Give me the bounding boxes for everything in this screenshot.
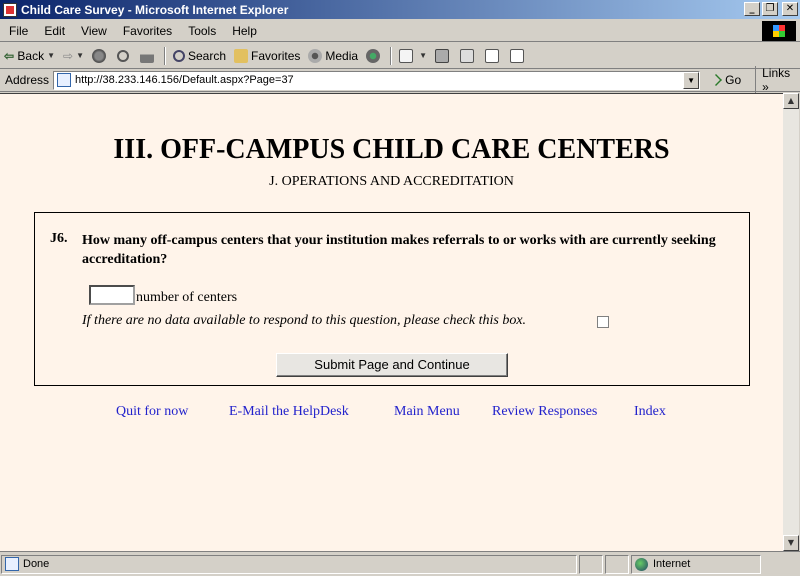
- status-text-panel: Done: [1, 554, 577, 574]
- links-button[interactable]: Links »: [755, 66, 800, 94]
- zone-label: Internet: [653, 558, 691, 570]
- scroll-up-icon[interactable]: ▲: [783, 93, 799, 109]
- review-responses-link[interactable]: Review Responses: [492, 404, 597, 420]
- media-icon: [308, 48, 323, 63]
- go-button[interactable]: Go: [706, 73, 745, 87]
- menu-file[interactable]: File: [0, 24, 36, 38]
- close-button[interactable]: ✕: [782, 2, 798, 16]
- menu-bar: File Edit View Favorites Tools Help: [0, 20, 800, 42]
- menu-help[interactable]: Help: [224, 24, 265, 38]
- status-bar: Done Internet: [0, 551, 800, 576]
- toolbar-separator: [390, 46, 393, 65]
- back-button[interactable]: ⇦ Back ▼: [0, 45, 59, 67]
- menu-edit[interactable]: Edit: [36, 24, 73, 38]
- status-cell: [579, 554, 603, 574]
- history-icon: [366, 48, 381, 63]
- number-of-centers-input[interactable]: [89, 285, 135, 305]
- search-button[interactable]: Search: [169, 45, 230, 67]
- no-data-checkbox[interactable]: [597, 316, 609, 328]
- go-arrow-icon: [710, 74, 723, 86]
- standard-toolbar: ⇦ Back ▼ ⇨ ▼ Search Favorites Media ▼: [0, 43, 800, 69]
- home-icon: [140, 48, 154, 63]
- menu-view[interactable]: View: [73, 24, 115, 38]
- back-label: Back: [17, 48, 45, 63]
- minimize-button[interactable]: _: [744, 2, 760, 16]
- home-button[interactable]: [136, 45, 161, 67]
- question-number: J6.: [50, 231, 68, 246]
- menu-tools[interactable]: Tools: [180, 24, 224, 38]
- edit-button[interactable]: [456, 45, 481, 67]
- window-controls: _ ❐ ✕: [744, 2, 798, 16]
- no-data-text: If there are no data available to respon…: [82, 313, 527, 328]
- page-viewport: III. OFF-CAMPUS CHILD CARE CENTERS J. OP…: [0, 93, 783, 551]
- forward-arrow-icon: ⇨: [63, 48, 74, 63]
- refresh-icon: [117, 49, 129, 62]
- favorites-button[interactable]: Favorites: [230, 45, 304, 67]
- search-icon: [173, 49, 185, 62]
- history-button[interactable]: [362, 45, 387, 67]
- discuss-icon: [485, 48, 499, 63]
- page-icon: [57, 73, 72, 87]
- submit-button[interactable]: Submit Page and Continue: [276, 353, 508, 377]
- mail-button[interactable]: ▼: [395, 45, 431, 67]
- forward-button[interactable]: ⇨ ▼: [59, 45, 88, 67]
- media-button[interactable]: Media: [304, 45, 362, 67]
- messenger-icon: [510, 48, 524, 63]
- search-label: Search: [188, 48, 227, 63]
- app-icon: [3, 2, 17, 17]
- address-dropdown-icon[interactable]: ▼: [683, 71, 700, 89]
- page-done-icon: [5, 557, 19, 571]
- question-text: How many off-campus centers that your in…: [82, 233, 716, 267]
- vertical-scrollbar[interactable]: ▲ ▼: [783, 93, 799, 551]
- favorites-label: Favorites: [251, 48, 301, 63]
- title-bar: Child Care Survey - Microsoft Internet E…: [0, 0, 800, 19]
- mail-icon: [399, 48, 414, 63]
- edit-icon: [460, 48, 474, 63]
- go-label: Go: [725, 73, 742, 87]
- quit-link[interactable]: Quit for now: [116, 404, 188, 420]
- globe-icon: [635, 557, 648, 571]
- mail-dropdown-icon[interactable]: ▼: [419, 51, 427, 60]
- media-label: Media: [325, 48, 359, 63]
- stop-icon: [92, 48, 106, 63]
- email-helpdesk-link[interactable]: E-Mail the HelpDesk: [229, 404, 349, 420]
- status-text: Done: [23, 558, 50, 570]
- address-field[interactable]: http://38.233.146.156/Default.aspx?Page=…: [53, 70, 701, 90]
- question-box: J6. How many off-campus centers that you…: [34, 212, 750, 386]
- messenger-button[interactable]: [506, 45, 531, 67]
- favorites-icon: [234, 48, 249, 63]
- address-bar: Address http://38.233.146.156/Default.as…: [0, 66, 800, 94]
- scroll-down-icon[interactable]: ▼: [783, 535, 799, 551]
- security-zone-panel: Internet: [631, 554, 761, 574]
- input-label: number of centers: [136, 290, 238, 305]
- back-dropdown-icon[interactable]: ▼: [47, 51, 55, 60]
- main-menu-link[interactable]: Main Menu: [394, 404, 460, 420]
- print-icon: [435, 48, 449, 63]
- stop-button[interactable]: [88, 45, 113, 67]
- page-title: III. OFF-CAMPUS CHILD CARE CENTERS: [113, 134, 670, 165]
- status-cell: [605, 554, 629, 574]
- windows-logo-icon: [762, 21, 796, 41]
- chevron-right-icon: »: [762, 80, 769, 94]
- links-label: Links: [762, 66, 791, 80]
- window-title: Child Care Survey - Microsoft Internet E…: [21, 2, 289, 17]
- address-url[interactable]: http://38.233.146.156/Default.aspx?Page=…: [75, 74, 294, 86]
- toolbar-separator: [164, 46, 166, 65]
- back-arrow-icon: ⇦: [4, 48, 15, 63]
- section-subtitle: J. OPERATIONS AND ACCREDITATION: [269, 174, 514, 189]
- print-button[interactable]: [431, 45, 456, 67]
- maximize-button[interactable]: ❐: [762, 2, 778, 16]
- index-link[interactable]: Index: [634, 404, 666, 420]
- refresh-button[interactable]: [113, 45, 136, 67]
- discuss-button[interactable]: [481, 45, 506, 67]
- menu-favorites[interactable]: Favorites: [115, 24, 180, 38]
- address-label: Address: [5, 73, 50, 87]
- forward-dropdown-icon[interactable]: ▼: [76, 51, 84, 60]
